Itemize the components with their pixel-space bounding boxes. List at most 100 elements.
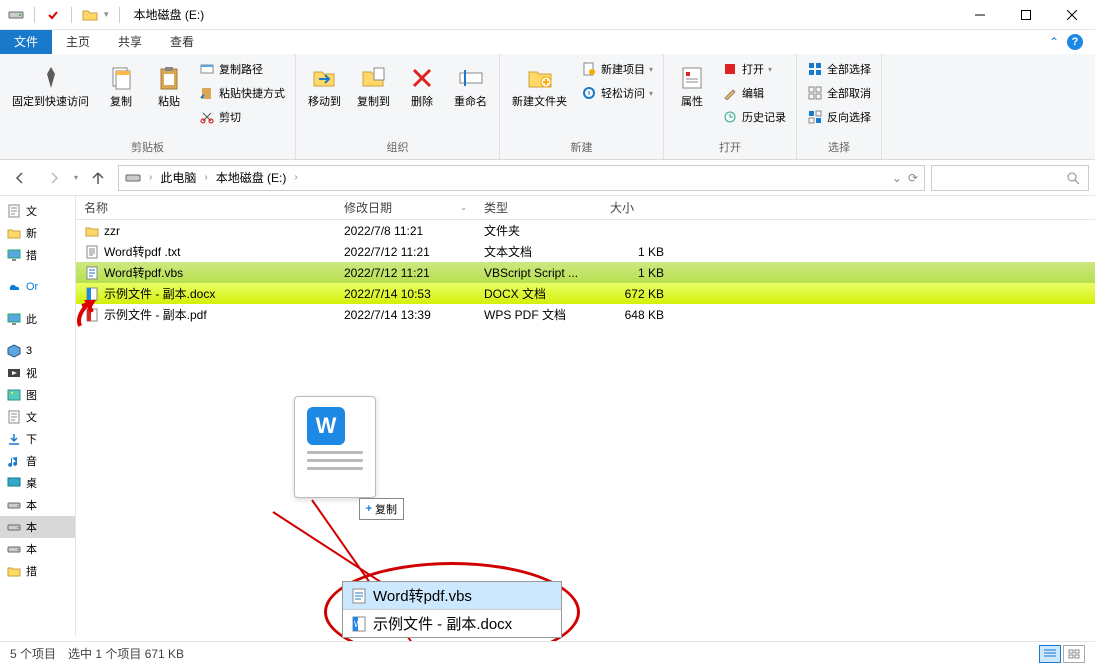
file-date: 2022/7/8 11:21 — [336, 224, 476, 238]
paste-button[interactable]: 粘贴 — [147, 58, 191, 137]
file-size: 1 KB — [602, 245, 672, 259]
back-button[interactable] — [6, 164, 34, 192]
dropdown-icon[interactable]: ⌄ — [892, 171, 902, 185]
maximize-button[interactable] — [1003, 0, 1049, 30]
music-icon — [6, 453, 22, 469]
breadcrumb-bar[interactable]: › 此电脑 › 本地磁盘 (E:) › ⌄ ⟳ — [118, 165, 925, 191]
sidebar-item[interactable]: 3 — [0, 340, 75, 362]
refresh-icon[interactable]: ⟳ — [908, 171, 918, 185]
file-row[interactable]: zzr2022/7/8 11:21文件夹 — [76, 220, 1095, 241]
docx-icon — [84, 286, 100, 302]
chevron-right-icon[interactable]: › — [204, 172, 207, 183]
sidebar-item[interactable]: 本 — [0, 516, 75, 538]
sidebar-item-label: 桌 — [26, 475, 37, 491]
callout-row-label: Word转pdf.vbs — [373, 585, 472, 606]
callout-row-label: 示例文件 - 副本.docx — [373, 613, 512, 634]
crumb-drive[interactable]: 本地磁盘 (E:) — [216, 169, 287, 186]
desktop-icon — [6, 475, 22, 491]
properties-button[interactable]: 属性 — [670, 58, 714, 137]
cut-button[interactable]: 剪切 — [195, 106, 289, 128]
up-button[interactable] — [84, 164, 112, 192]
tab-share[interactable]: 共享 — [104, 30, 156, 54]
sidebar-item-label: 措 — [26, 563, 37, 579]
tab-view[interactable]: 查看 — [156, 30, 208, 54]
tab-file[interactable]: 文件 — [0, 30, 52, 54]
header-date[interactable]: 修改日期⌄ — [336, 196, 476, 220]
sidebar-item[interactable]: 新 — [0, 222, 75, 244]
search-input[interactable] — [931, 165, 1089, 191]
select-all-button[interactable]: 全部选择 — [803, 58, 875, 80]
invert-selection-button[interactable]: 反向选择 — [803, 106, 875, 128]
delete-button[interactable]: 删除 — [400, 58, 444, 137]
new-item-button[interactable]: 新建项目▾ — [577, 58, 657, 80]
edit-button[interactable]: 编辑 — [718, 82, 790, 104]
sidebar-item[interactable]: 视 — [0, 362, 75, 384]
paste-shortcut-button[interactable]: 粘贴快捷方式 — [195, 82, 289, 104]
sidebar-item[interactable]: 下 — [0, 428, 75, 450]
pin-button[interactable]: 固定到快速访问 — [6, 58, 95, 137]
sidebar-item[interactable]: 本 — [0, 538, 75, 560]
file-type: VBScript Script ... — [476, 266, 602, 280]
navigation-pane[interactable]: 文新措Or此3视图文下音桌本本本措 — [0, 196, 76, 636]
copy-button[interactable]: 复制 — [99, 58, 143, 137]
disk-icon — [6, 519, 22, 535]
details-view-button[interactable] — [1039, 645, 1061, 663]
group-open-label: 打开 — [670, 137, 790, 159]
chevron-right-icon[interactable]: › — [294, 172, 297, 183]
ribbon-tabs: 文件 主页 共享 查看 ⌃ ? — [0, 30, 1095, 54]
easy-access-button[interactable]: 轻松访问▾ — [577, 82, 657, 104]
group-clipboard-label: 剪贴板 — [6, 137, 289, 159]
sidebar-item[interactable]: 文 — [0, 406, 75, 428]
header-type[interactable]: 类型 — [476, 196, 602, 220]
close-button[interactable] — [1049, 0, 1095, 30]
header-name[interactable]: 名称 — [76, 196, 336, 220]
file-row[interactable]: 示例文件 - 副本.pdf2022/7/14 13:39WPS PDF 文档64… — [76, 304, 1095, 325]
chevron-up-icon[interactable]: ⌃ — [1049, 35, 1059, 49]
sidebar-item-label: 此 — [26, 311, 37, 327]
sidebar-item[interactable]: 文 — [0, 200, 75, 222]
select-none-button[interactable]: 全部取消 — [803, 82, 875, 104]
file-date: 2022/7/14 13:39 — [336, 308, 476, 322]
sidebar-item[interactable]: 措 — [0, 560, 75, 582]
sidebar-item[interactable]: 音 — [0, 450, 75, 472]
file-date: 2022/7/12 11:21 — [336, 245, 476, 259]
icons-view-button[interactable] — [1063, 645, 1085, 663]
chevron-down-icon[interactable]: ▾ — [104, 9, 109, 20]
txt-icon — [84, 244, 100, 260]
file-row[interactable]: Word转pdf .txt2022/7/12 11:21文本文档1 KB — [76, 241, 1095, 262]
tab-home[interactable]: 主页 — [52, 30, 104, 54]
crumb-this-pc[interactable]: 此电脑 — [160, 169, 196, 186]
forward-button[interactable] — [40, 164, 68, 192]
open-button[interactable]: 打开▾ — [718, 58, 790, 80]
folder-icon — [6, 563, 22, 579]
file-row[interactable]: 示例文件 - 副本.docx2022/7/14 10:53DOCX 文档672 … — [76, 283, 1095, 304]
checkmark-icon[interactable] — [45, 7, 61, 23]
sidebar-item-label: 文 — [26, 409, 37, 425]
sidebar-item[interactable]: 此 — [0, 308, 75, 330]
minimize-button[interactable] — [957, 0, 1003, 30]
history-dropdown[interactable]: ▾ — [74, 173, 78, 182]
header-size[interactable]: 大小 — [602, 196, 672, 220]
search-icon — [1066, 171, 1080, 185]
chevron-right-icon[interactable]: › — [149, 172, 152, 183]
file-size: 648 KB — [602, 308, 672, 322]
address-bar: ▾ › 此电脑 › 本地磁盘 (E:) › ⌄ ⟳ — [0, 160, 1095, 196]
move-to-button[interactable]: 移动到 — [302, 58, 347, 137]
copy-to-button[interactable]: 复制到 — [351, 58, 396, 137]
help-icon[interactable]: ? — [1067, 34, 1083, 50]
sidebar-item[interactable]: Or — [0, 276, 75, 298]
sidebar-item[interactable]: 本 — [0, 494, 75, 516]
sidebar-item[interactable]: 桌 — [0, 472, 75, 494]
group-select-label: 选择 — [803, 137, 875, 159]
history-button[interactable]: 历史记录 — [718, 106, 790, 128]
file-list: 名称 修改日期⌄ 类型 大小 zzr2022/7/8 11:21文件夹Word转… — [76, 196, 1095, 636]
file-type: 文本文档 — [476, 243, 602, 260]
copy-path-button[interactable]: 复制路径 — [195, 58, 289, 80]
sidebar-item[interactable]: 措 — [0, 244, 75, 266]
file-row[interactable]: Word转pdf.vbs2022/7/12 11:21VBScript Scri… — [76, 262, 1095, 283]
new-folder-button[interactable]: 新建文件夹 — [506, 58, 573, 137]
rename-button[interactable]: 重命名 — [448, 58, 493, 137]
title-bar: ▾ 本地磁盘 (E:) — [0, 0, 1095, 30]
sidebar-item[interactable]: 图 — [0, 384, 75, 406]
sidebar-item-label: Or — [26, 281, 38, 293]
